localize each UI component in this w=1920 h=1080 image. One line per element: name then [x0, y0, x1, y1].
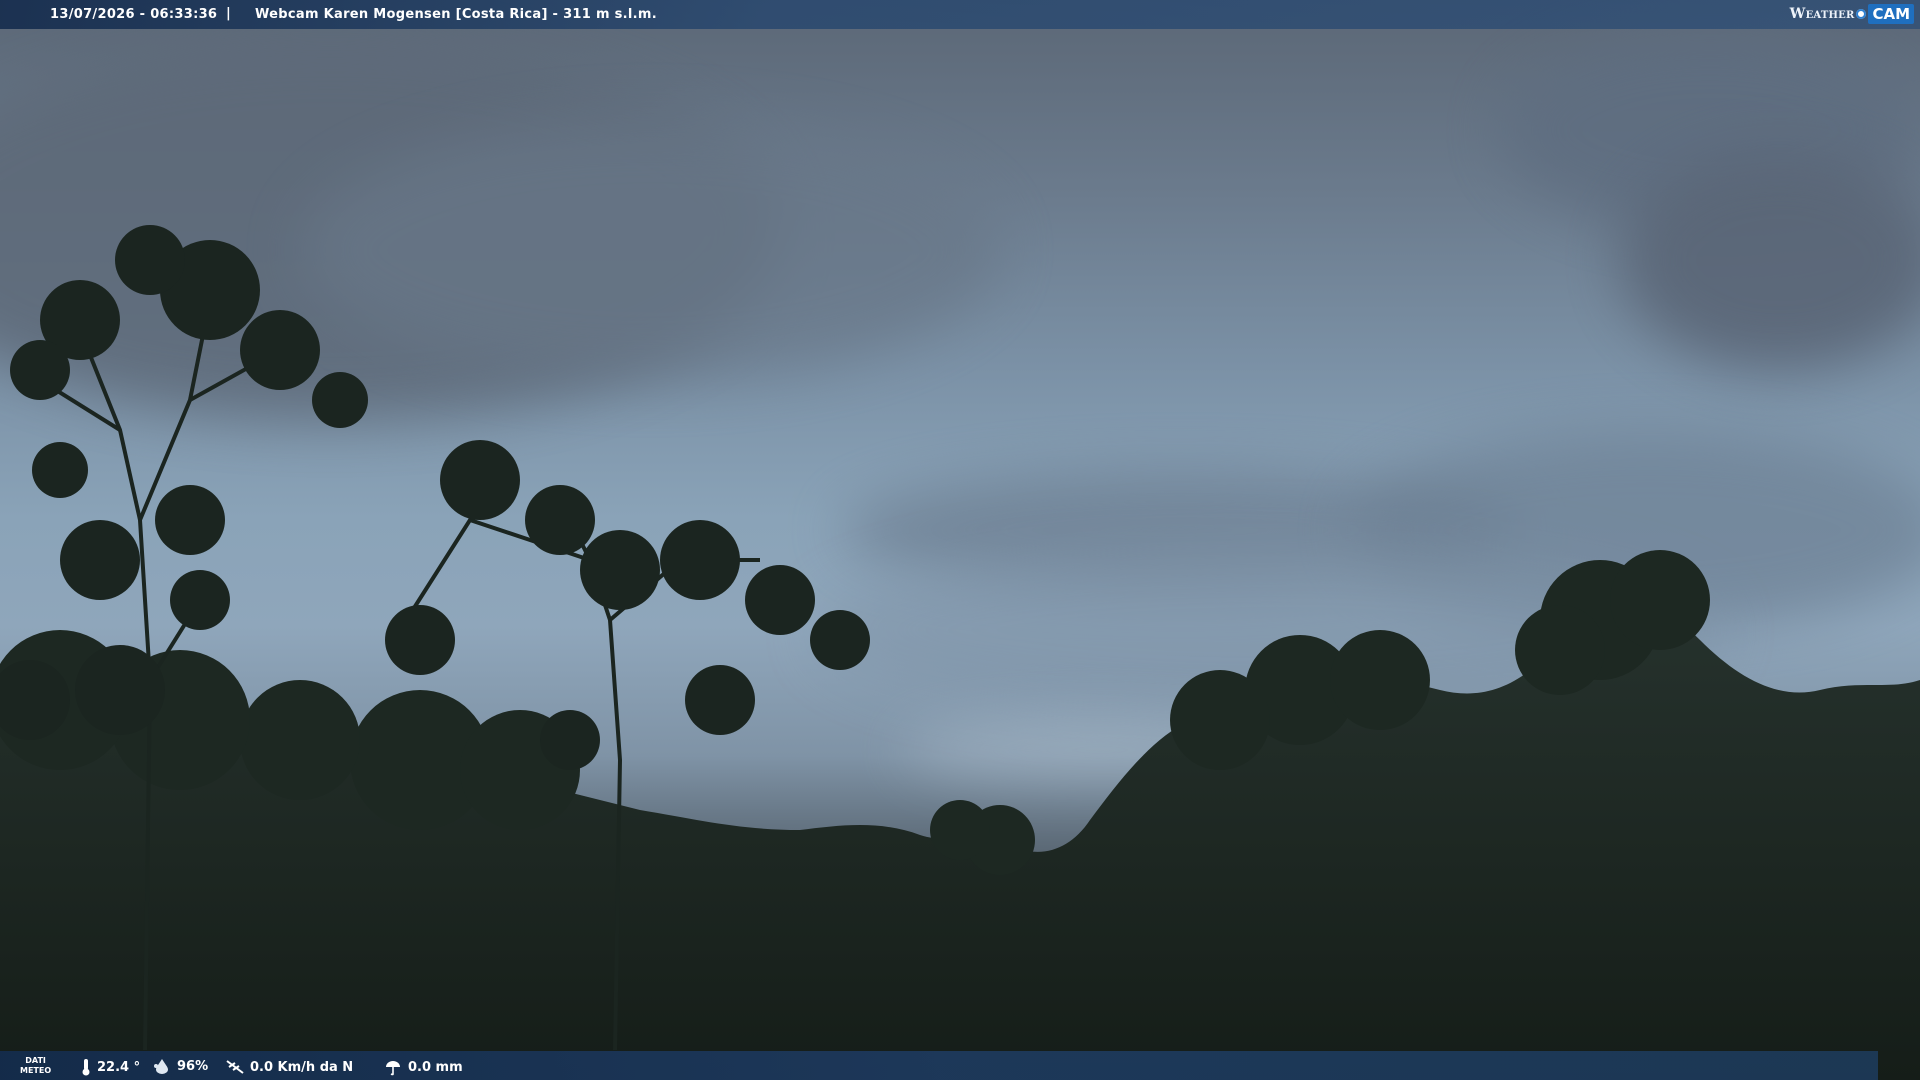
temperature-value: 22.4 ° — [97, 1059, 141, 1075]
timestamp: 13/07/2026 - 06:33:36 — [50, 7, 218, 22]
temperature-stat: 22.4 ° — [80, 1058, 140, 1076]
forest-silhouette — [0, 225, 1920, 1080]
humidity-value: 96% — [177, 1058, 209, 1074]
dati-label-line2: METEO — [20, 1066, 52, 1075]
wind-stat: 0.0 Km/h da N — [225, 1058, 353, 1076]
webcam-title: Webcam Karen Mogensen [Costa Rica] - 311… — [255, 7, 657, 22]
dati-label-line1: DATI — [25, 1056, 46, 1065]
thermometer-icon — [82, 1059, 90, 1076]
rain-stat: 0.0 mm — [383, 1058, 463, 1076]
logo-text-weather: Weather — [1789, 6, 1855, 22]
wind-icon — [226, 1060, 244, 1074]
logo-dot-icon — [1856, 9, 1867, 19]
logo-text-cam: CAM — [1868, 4, 1914, 24]
webcam-image — [0, 0, 1920, 1080]
wind-value: 0.0 Km/h da N — [250, 1059, 354, 1075]
header-bar: 13/07/2026 - 06:33:36 | Webcam Karen Mog… — [0, 0, 1920, 29]
humidity-stat: 96% — [152, 1058, 208, 1074]
weathercam-logo: Weather CAM — [1790, 2, 1914, 26]
weather-data-bar: DATI METEO 22.4 ° 96% 0.0 Km/h da N 0.0 … — [0, 1051, 1878, 1080]
rain-icon — [386, 1061, 400, 1076]
header-separator: | — [226, 6, 231, 21]
rain-value: 0.0 mm — [408, 1059, 463, 1075]
humidity-icon — [154, 1059, 168, 1074]
dati-meteo-label: DATI METEO — [20, 1056, 51, 1076]
